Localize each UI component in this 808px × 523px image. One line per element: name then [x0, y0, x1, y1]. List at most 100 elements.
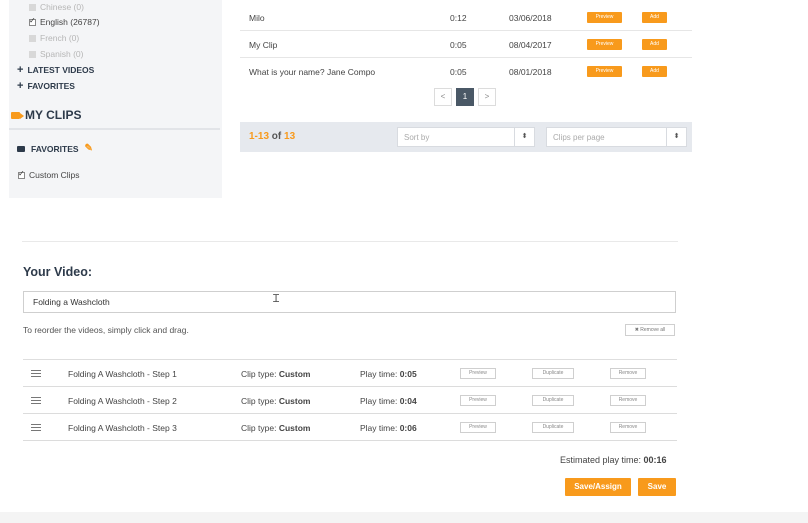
- reorder-hint: To reorder the videos, simply click and …: [23, 325, 189, 335]
- remove-all-button[interactable]: ✖ Remove all: [625, 324, 675, 336]
- language-filter-english[interactable]: English (26787): [29, 16, 100, 27]
- clip-duplicate-button[interactable]: Duplicate: [532, 395, 574, 406]
- clip-duplicate-button[interactable]: Duplicate: [532, 422, 574, 433]
- drag-handle-icon[interactable]: [31, 397, 41, 404]
- section-divider: [22, 241, 678, 242]
- custom-clips-filter[interactable]: Custom Clips: [18, 169, 80, 180]
- sidebar: Chinese (0) English (26787) French (0) S…: [9, 0, 222, 198]
- video-name-input[interactable]: [23, 291, 676, 313]
- clip-title: My Clip: [249, 40, 278, 50]
- checkbox-icon[interactable]: [29, 3, 36, 11]
- estimated-play-time: Estimated play time: 00:16: [560, 455, 667, 465]
- sort-arrows-icon: ⬍: [666, 128, 686, 146]
- your-video-title: Your Video:: [23, 265, 92, 279]
- list-item[interactable]: Folding A Washcloth - Step 3 Clip type: …: [23, 414, 677, 441]
- pencil-icon[interactable]: ✎: [85, 143, 93, 154]
- footer-strip: [0, 512, 808, 523]
- nav-label: LATEST VIDEOS: [27, 65, 95, 75]
- clip-type-value: Custom: [278, 369, 311, 379]
- table-row: Milo 0:12 03/06/2018 Preview Add: [240, 4, 692, 31]
- table-row: My Clip 0:05 08/04/2017 Preview Add: [240, 31, 692, 58]
- my-clips-heading[interactable]: MY CLIPS: [11, 108, 81, 122]
- pagination-page-1[interactable]: 1: [456, 88, 474, 106]
- folder-icon: [17, 145, 25, 152]
- clip-type-value: Custom: [278, 396, 311, 406]
- clip-duration: 0:05: [450, 67, 467, 77]
- my-clips-label: MY CLIPS: [25, 108, 82, 122]
- drag-handle-icon[interactable]: [31, 424, 41, 431]
- pagination-prev[interactable]: <: [434, 88, 452, 106]
- language-label: Spanish (0): [40, 49, 84, 59]
- play-time-label: Play time:: [360, 423, 398, 433]
- checkbox-checked-icon[interactable]: [29, 16, 36, 26]
- preview-button[interactable]: Preview: [587, 12, 622, 23]
- results-toolbar: 1-13 of 13 Sort by ⬍ Clips per page ⬍: [240, 122, 692, 152]
- clip-name: Folding A Washcloth - Step 3: [68, 423, 177, 433]
- clips-per-page-select[interactable]: Clips per page ⬍: [546, 127, 687, 147]
- language-label: French (0): [40, 33, 80, 43]
- clip-type-value: Custom: [278, 423, 311, 433]
- nav-label: FAVORITES: [27, 81, 75, 91]
- clip-duration: 0:12: [450, 13, 467, 23]
- language-filter-spanish[interactable]: Spanish (0): [29, 49, 83, 59]
- nav-favorites[interactable]: + FAVORITES: [17, 80, 75, 92]
- checkbox-icon[interactable]: [29, 50, 36, 58]
- results-of: of: [271, 131, 282, 142]
- clip-name: Folding A Washcloth - Step 1: [68, 369, 177, 379]
- clip-remove-button[interactable]: Remove: [610, 395, 646, 406]
- play-time: Play time: 0:05: [360, 369, 417, 379]
- plus-icon: +: [17, 64, 24, 76]
- clip-title: What is your name? Jane Compo: [249, 67, 376, 77]
- clip-remove-button[interactable]: Remove: [610, 368, 646, 379]
- save-button[interactable]: Save: [638, 478, 676, 496]
- sidebar-divider: [9, 128, 220, 130]
- language-filter-chinese[interactable]: Chinese (0): [29, 2, 84, 12]
- checkbox-icon[interactable]: [29, 34, 36, 42]
- clip-type-label: Clip type:: [241, 369, 277, 379]
- play-time-value: 0:04: [399, 396, 417, 406]
- video-camera-icon: [11, 111, 24, 119]
- results-total: 13: [284, 131, 296, 142]
- estimated-label: Estimated play time:: [560, 455, 642, 465]
- add-button[interactable]: Add: [642, 66, 667, 77]
- play-time-label: Play time:: [360, 369, 398, 379]
- language-filter-french[interactable]: French (0): [29, 33, 79, 43]
- clip-preview-button[interactable]: Preview: [460, 368, 496, 379]
- play-time: Play time: 0:04: [360, 396, 417, 406]
- clip-type: Clip type: Custom: [241, 396, 310, 406]
- add-button[interactable]: Add: [642, 12, 667, 23]
- clip-type: Clip type: Custom: [241, 423, 310, 433]
- sort-by-placeholder: Sort by: [404, 133, 430, 142]
- clip-preview-button[interactable]: Preview: [460, 422, 496, 433]
- list-item[interactable]: Folding A Washcloth - Step 1 Clip type: …: [23, 360, 677, 387]
- table-row: What is your name? Jane Compo 0:05 08/01…: [240, 58, 692, 85]
- clip-preview-button[interactable]: Preview: [460, 395, 496, 406]
- clip-date: 08/01/2018: [509, 67, 552, 77]
- text-cursor-icon: Ɪ: [273, 293, 280, 305]
- favorites-folder[interactable]: FAVORITES ✎: [17, 143, 93, 154]
- preview-button[interactable]: Preview: [587, 39, 622, 50]
- results-count: 1-13 of 13: [249, 131, 295, 142]
- drag-handle-icon[interactable]: [31, 370, 41, 377]
- language-label: Chinese (0): [40, 2, 84, 12]
- list-item[interactable]: Folding A Washcloth - Step 2 Clip type: …: [23, 387, 677, 414]
- clip-title: Milo: [249, 13, 265, 23]
- clips-per-page-placeholder: Clips per page: [553, 133, 605, 142]
- sort-by-select[interactable]: Sort by ⬍: [397, 127, 535, 147]
- pagination-next[interactable]: >: [478, 88, 496, 106]
- sort-arrows-icon: ⬍: [514, 128, 534, 146]
- add-button[interactable]: Add: [642, 39, 667, 50]
- estimated-value: 00:16: [643, 455, 667, 465]
- save-assign-button[interactable]: Save/Assign: [565, 478, 631, 496]
- clip-type-label: Clip type:: [241, 423, 277, 433]
- clip-duplicate-button[interactable]: Duplicate: [532, 368, 574, 379]
- play-time: Play time: 0:06: [360, 423, 417, 433]
- plus-icon: +: [17, 80, 24, 92]
- clip-date: 03/06/2018: [509, 13, 552, 23]
- clip-type: Clip type: Custom: [241, 369, 310, 379]
- nav-latest-videos[interactable]: + LATEST VIDEOS: [17, 64, 94, 76]
- checkbox-checked-icon[interactable]: [18, 169, 25, 179]
- preview-button[interactable]: Preview: [587, 66, 622, 77]
- clip-duration: 0:05: [450, 40, 467, 50]
- clip-remove-button[interactable]: Remove: [610, 422, 646, 433]
